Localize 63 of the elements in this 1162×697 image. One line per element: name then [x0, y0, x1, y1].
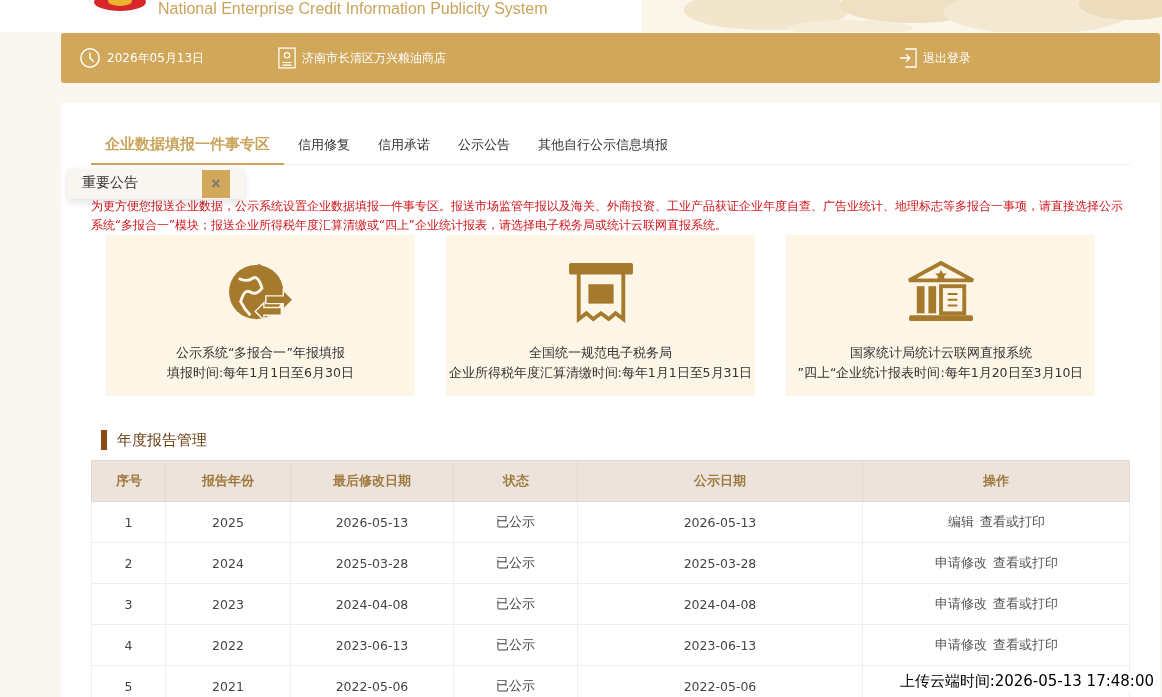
table-cell: 2026-05-13 — [577, 501, 863, 543]
table-cell: 已公示 — [453, 583, 578, 625]
table-cell: 2025-03-28 — [290, 542, 454, 584]
card-title: 国家统计局统计云联网直报系统 — [849, 344, 1032, 362]
card-title: 公示系统“多报合一”年报填报 — [176, 344, 345, 362]
column-header: 状态 — [453, 460, 578, 502]
logout-icon — [899, 48, 917, 68]
card-schedule: ”四上“企业统计报表时间:每年1月20日至3月10日 — [797, 364, 1084, 382]
tab[interactable]: 公示公告 — [444, 127, 524, 165]
action-link[interactable]: 查看或打印 — [989, 636, 1061, 654]
action-link[interactable]: 申请修改 — [931, 636, 990, 654]
clock-icon — [79, 47, 101, 69]
table-cell: 已公示 — [453, 542, 578, 584]
action-link[interactable]: 查看或打印 — [976, 513, 1048, 531]
table-cell: 1 — [91, 501, 166, 543]
table-cell: 3 — [91, 583, 166, 625]
table-cell: 2023-06-13 — [290, 624, 454, 666]
table-cell: 已公示 — [453, 501, 578, 543]
tab[interactable]: 信用修复 — [284, 127, 364, 165]
column-header: 序号 — [91, 460, 166, 502]
table-cell: 2022 — [165, 624, 291, 666]
action-link[interactable]: 申请修改 — [931, 595, 990, 613]
site-subtitle: National Enterprise Credit Information Publicity System — [158, 0, 548, 18]
notice-text: 为更方便您报送企业数据，公示系统设置企业数据填报一件事专区。报送市场监管年报以及海关、外商投资、工业产品获证企业年度自查、广告业统计、地理标志等多报合一事项，请直接选择公示系统“多报合一”模块；报送企业所得税年度汇算清缴或“四上”企业统计报表，请选择电子税务局或统计云联网直报系统。 — [91, 198, 1124, 234]
card-schedule: 企业所得税年度汇算清缴时间:每年1月1日至5月31日 — [448, 364, 753, 382]
action-link[interactable]: 查看或打印 — [989, 554, 1061, 572]
column-header: 报告年份 — [165, 460, 291, 502]
bank-building-icon — [906, 261, 975, 323]
action-link[interactable]: 查看或打印 — [989, 595, 1061, 613]
card-schedule: 填报时间:每年1月1日至6月30日 — [167, 364, 354, 382]
emblem-icon — [92, 0, 148, 14]
table-cell: 5 — [91, 665, 166, 697]
tab[interactable]: 信用承诺 — [364, 127, 444, 165]
section-title: 年度报告管理 — [117, 430, 207, 450]
table-cell: 4 — [91, 624, 166, 666]
tab[interactable]: 其他自行公示信息填报 — [524, 127, 682, 165]
table-cell: 已公示 — [453, 624, 578, 666]
service-card[interactable]: 全国统一规范电子税务局 企业所得税年度汇算清缴时间:每年1月1日至5月31日 — [446, 235, 755, 396]
table-cell: 2 — [91, 542, 166, 584]
action-link[interactable]: 编辑 — [944, 513, 977, 531]
id-card-icon — [278, 47, 297, 69]
globe-arrows-icon — [226, 261, 295, 323]
timestamp-overlay: 上传云端时间:2026-05-13 17:48:00 — [897, 672, 1156, 691]
section-marker — [101, 430, 107, 450]
column-header: 公示日期 — [577, 460, 863, 502]
table-cell: 2025 — [165, 501, 291, 543]
table-cell: 2024 — [165, 542, 291, 584]
table-cell: 2026-05-13 — [290, 501, 454, 543]
column-header: 操作 — [862, 460, 1130, 502]
card-title: 全国统一规范电子税务局 — [529, 344, 672, 362]
column-header: 最后修改日期 — [290, 460, 454, 502]
tax-receipt-icon — [566, 261, 635, 323]
table-cell: 2024-04-08 — [290, 583, 454, 625]
table-cell: 2024-04-08 — [577, 583, 863, 625]
service-card[interactable]: 国家统计局统计云联网直报系统 ”四上“企业统计报表时间:每年1月20日至3月10日 — [786, 235, 1095, 396]
company-name: 济南市长清区万兴粮油商店 — [302, 49, 447, 67]
date-text: 2026年05月13日 — [107, 49, 205, 67]
action-link[interactable]: 申请修改 — [931, 554, 990, 572]
service-card[interactable]: 公示系统“多报合一”年报填报 填报时间:每年1月1日至6月30日 — [106, 235, 415, 396]
table-cell: 2023 — [165, 583, 291, 625]
table-cell: 2023-06-13 — [577, 624, 863, 666]
table-cell: 2025-03-28 — [577, 542, 863, 584]
popup-title: 重要公告 — [82, 174, 138, 192]
